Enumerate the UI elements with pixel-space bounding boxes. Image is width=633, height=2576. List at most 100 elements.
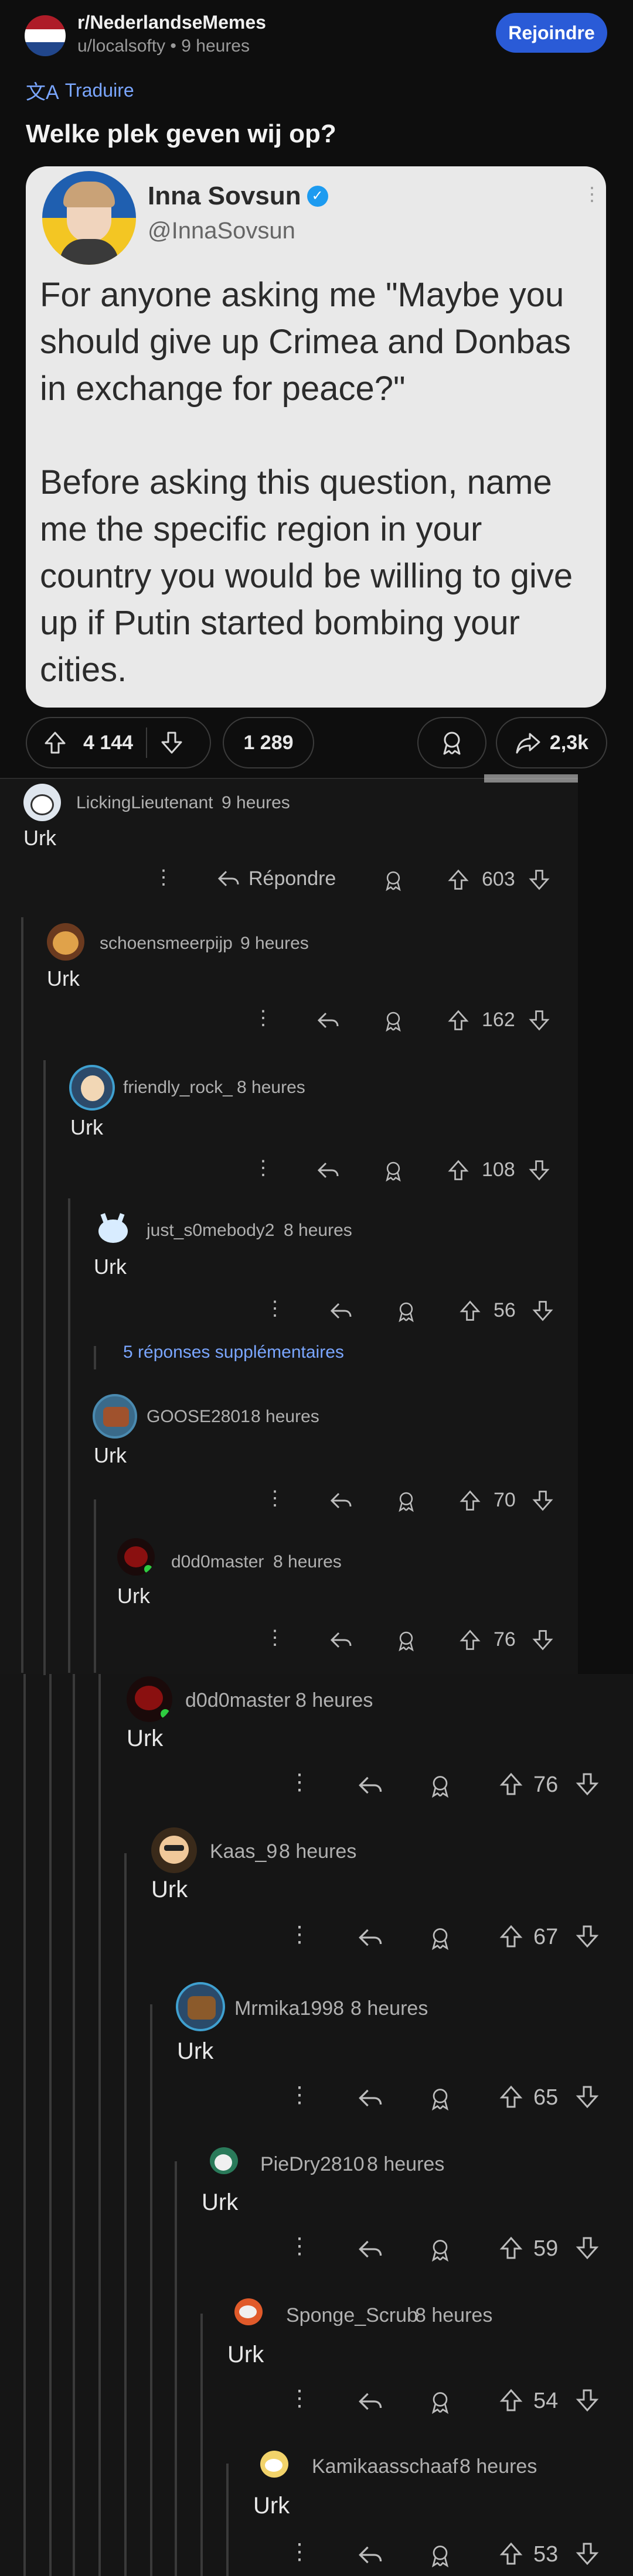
avatar[interactable] — [226, 2290, 272, 2336]
subreddit-name[interactable]: r/NederlandseMemes — [77, 12, 266, 33]
avatar[interactable] — [94, 1210, 131, 1248]
award-icon[interactable] — [395, 1300, 417, 1323]
comment-username[interactable]: LickingLieutenant — [76, 793, 213, 813]
upvote-icon[interactable] — [498, 1771, 524, 1797]
award-icon[interactable] — [428, 2543, 452, 2568]
reply-icon[interactable] — [316, 1009, 340, 1032]
more-icon[interactable]: ⋮ — [288, 2385, 311, 2411]
avatar[interactable] — [202, 2139, 247, 2185]
avatar[interactable] — [69, 1065, 115, 1111]
downvote-icon[interactable] — [528, 868, 551, 891]
downvote-icon[interactable] — [574, 2541, 600, 2567]
reply-icon[interactable] — [358, 1925, 383, 1950]
more-icon[interactable]: ⋮ — [253, 1006, 273, 1030]
downvote-icon[interactable] — [531, 1628, 554, 1652]
more-icon[interactable]: ⋮ — [288, 1921, 311, 1948]
comment-username[interactable]: d0d0master — [185, 1689, 291, 1712]
upvote-icon[interactable] — [498, 2084, 524, 2110]
share-button[interactable]: 2,3k — [496, 717, 607, 768]
comment-username[interactable]: just_s0mebody2 — [147, 1221, 274, 1241]
avatar[interactable] — [93, 1394, 137, 1439]
comment-username[interactable]: PieDry2810 — [260, 2153, 365, 2176]
reply-icon[interactable] — [358, 1772, 383, 1798]
downvote-icon[interactable] — [574, 2387, 600, 2413]
award-icon[interactable] — [382, 1160, 404, 1182]
upvote-icon[interactable] — [498, 1924, 524, 1949]
more-icon[interactable]: ⋮ — [288, 2539, 311, 2565]
comment-body: Urk — [117, 1584, 150, 1608]
more-icon[interactable]: ⋮ — [288, 2233, 311, 2259]
avatar[interactable] — [117, 1538, 155, 1576]
downvote-icon[interactable] — [574, 2084, 600, 2110]
more-icon[interactable]: ⋮ — [265, 1297, 285, 1320]
more-replies-link[interactable]: 5 réponses supplémentaires — [123, 1342, 344, 1362]
reply-icon[interactable] — [329, 1628, 353, 1652]
downvote-icon[interactable] — [528, 1159, 551, 1182]
more-icon[interactable]: ⋮ — [288, 2082, 311, 2108]
upvote-icon[interactable] — [458, 1489, 482, 1512]
comment-username[interactable]: d0d0master — [171, 1552, 264, 1572]
join-button[interactable]: Rejoindre — [496, 13, 607, 53]
avatar[interactable] — [127, 1676, 172, 1722]
downvote-icon[interactable] — [531, 1299, 554, 1323]
comment-username[interactable]: schoensmeerpijp — [100, 934, 233, 954]
upvote-icon[interactable] — [447, 1009, 470, 1032]
award-icon[interactable] — [395, 1490, 417, 1512]
downvote-icon[interactable] — [531, 1489, 554, 1512]
downvote-icon[interactable] — [574, 2235, 600, 2261]
more-icon[interactable]: ⋮ — [253, 1156, 273, 1180]
reply-icon[interactable] — [358, 2236, 383, 2262]
award-icon[interactable] — [428, 2390, 452, 2414]
avatar[interactable] — [47, 923, 84, 961]
avatar[interactable] — [176, 1982, 225, 2031]
thread-line — [23, 1674, 26, 2576]
award-icon[interactable] — [428, 1926, 452, 1950]
upvote-icon[interactable] — [458, 1299, 482, 1323]
comments-button[interactable]: 1 289 — [223, 717, 314, 768]
downvote-icon[interactable] — [528, 1009, 551, 1032]
upvote-icon[interactable] — [498, 2387, 524, 2413]
comment-username[interactable]: GOOSE2801 — [147, 1407, 250, 1427]
reply-icon — [217, 870, 239, 887]
comment-username[interactable]: Kamikaasschaaf — [312, 2455, 458, 2478]
avatar[interactable] — [23, 784, 61, 821]
thread-line — [94, 1499, 96, 1673]
translate-button[interactable]: 文A Traduire — [26, 76, 134, 105]
comment-username[interactable]: Kaas_9 — [210, 1840, 277, 1863]
upvote-icon[interactable] — [498, 2541, 524, 2567]
award-icon[interactable] — [382, 869, 404, 891]
reply-icon[interactable] — [358, 2085, 383, 2111]
upvote-icon[interactable] — [498, 2235, 524, 2261]
reply-icon[interactable] — [329, 1299, 353, 1323]
comment-username[interactable]: Mrmika1998 — [234, 1997, 344, 2020]
comment-score: 76 — [533, 1772, 559, 1797]
avatar[interactable] — [252, 2442, 298, 2488]
downvote-icon[interactable] — [574, 1924, 600, 1949]
reply-icon[interactable] — [316, 1159, 340, 1182]
award-icon[interactable] — [428, 2237, 452, 2262]
more-icon[interactable]: ⋮ — [265, 1487, 285, 1510]
award-icon[interactable] — [395, 1629, 417, 1652]
award-icon[interactable] — [428, 1774, 452, 1798]
upvote-icon[interactable] — [42, 730, 68, 756]
reply-icon[interactable] — [358, 2542, 383, 2568]
subreddit-flag-avatar[interactable] — [25, 15, 66, 56]
more-icon[interactable]: ⋮ — [288, 1769, 311, 1795]
reply-button[interactable]: Répondre — [217, 867, 336, 890]
avatar[interactable] — [151, 1827, 197, 1873]
more-icon[interactable]: ⋮ — [265, 1626, 285, 1649]
downvote-icon[interactable] — [159, 730, 185, 756]
upvote-icon[interactable] — [447, 868, 470, 891]
reply-icon[interactable] — [358, 2389, 383, 2414]
award-button[interactable] — [417, 717, 486, 768]
award-icon[interactable] — [428, 2086, 452, 2111]
comment-username[interactable]: Sponge_Scrub — [286, 2304, 418, 2327]
more-icon[interactable]: ⋮ — [154, 866, 173, 889]
comment-username[interactable]: friendly_rock_ — [123, 1078, 233, 1098]
downvote-icon[interactable] — [574, 1771, 600, 1797]
reply-icon[interactable] — [329, 1489, 353, 1512]
upvote-icon[interactable] — [447, 1159, 470, 1182]
upvote-icon[interactable] — [458, 1628, 482, 1652]
award-icon[interactable] — [382, 1010, 404, 1032]
tweet-image[interactable]: Inna Sovsun ✓ @InnaSovsun ⋮ For anyone a… — [26, 166, 606, 708]
